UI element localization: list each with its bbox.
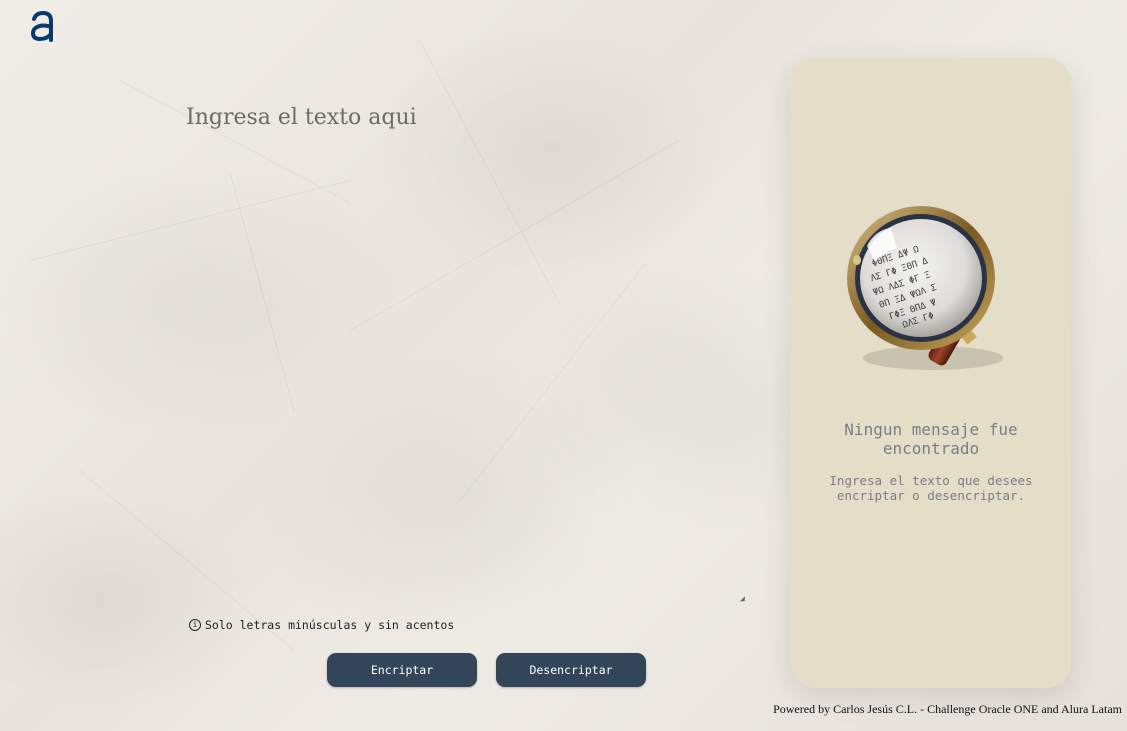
resize-handle[interactable]: ◢ xyxy=(740,594,745,603)
footer-credit: Powered by Carlos Jesús C.L. - Challenge… xyxy=(773,702,1122,716)
output-panel: ΦΘΠΞ ΔΨ Ω ΛΣ ΓΦ ΞΘΠ Δ ΨΩ ΛΔΣ ΦΓ Ξ ΘΠ ΞΔ … xyxy=(791,58,1071,688)
magnifying-glass-icon: ΦΘΠΞ ΔΨ Ω ΛΣ ΓΦ ΞΘΠ Δ ΨΩ ΛΔΣ ΦΓ Ξ ΘΠ ΞΔ … xyxy=(847,206,1003,370)
info-icon: i xyxy=(189,619,201,631)
message-input[interactable] xyxy=(186,105,746,605)
hint-text: Solo letras minúsculas y sin acentos xyxy=(205,618,455,632)
panel-title: Ningun mensaje fue encontrado xyxy=(844,420,1018,458)
encrypt-button[interactable]: Encriptar xyxy=(327,653,477,687)
decrypt-button[interactable]: Desencriptar xyxy=(496,653,646,687)
alura-logo xyxy=(30,10,53,42)
panel-subtitle: Ingresa el texto que desees encriptar o … xyxy=(829,473,1033,503)
input-hint: i Solo letras minúsculas y sin acentos xyxy=(189,618,454,632)
